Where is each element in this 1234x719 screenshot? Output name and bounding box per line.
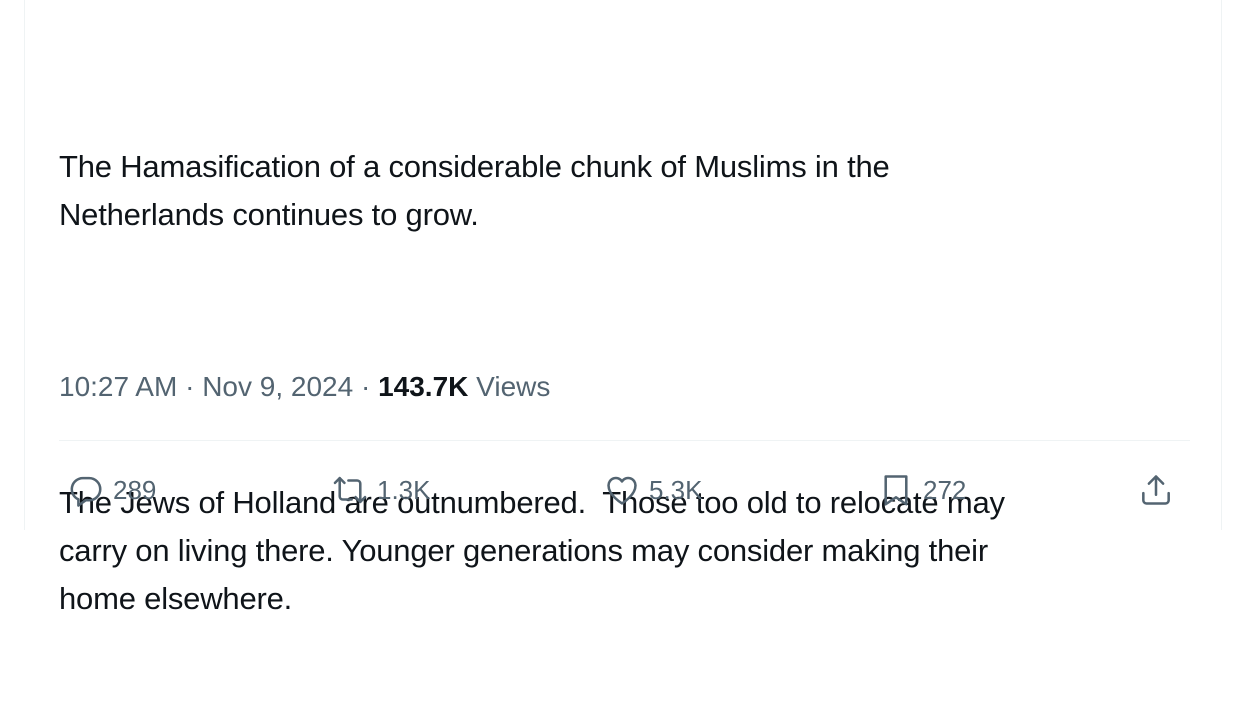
meta-separator: · [360, 371, 371, 402]
heart-icon [603, 471, 641, 509]
bookmark-icon [877, 471, 915, 509]
like-button[interactable]: 5.3K [603, 462, 703, 518]
share-icon [1137, 471, 1175, 509]
views-label[interactable]: Views [476, 371, 550, 402]
divider [59, 440, 1190, 441]
reply-icon [67, 471, 105, 509]
like-count: 5.3K [649, 474, 703, 505]
action-bar: 289 1.3K 5.3K 272 [59, 462, 1190, 518]
repost-icon [331, 471, 369, 509]
bookmark-count: 272 [923, 474, 967, 505]
tweet-date[interactable]: Nov 9, 2024 [202, 371, 353, 402]
meta-separator: · [185, 371, 195, 402]
share-button[interactable] [1137, 462, 1175, 518]
tweet-paragraph-1: The Hamasification of a considerable chu… [59, 149, 890, 232]
tweet-time[interactable]: 10:27 AM [59, 371, 177, 402]
repost-count: 1.3K [377, 474, 431, 505]
reply-button[interactable]: 289 [67, 462, 156, 518]
bookmark-button[interactable]: 272 [877, 462, 966, 518]
tweet-card: The Hamasification of a considerable chu… [24, 0, 1222, 616]
views-count[interactable]: 143.7K [378, 371, 468, 402]
tweet-metadata: 10:27 AM · Nov 9, 2024 · 143.7K Views [59, 367, 550, 407]
repost-button[interactable]: 1.3K [331, 462, 431, 518]
reply-count: 289 [113, 474, 157, 505]
